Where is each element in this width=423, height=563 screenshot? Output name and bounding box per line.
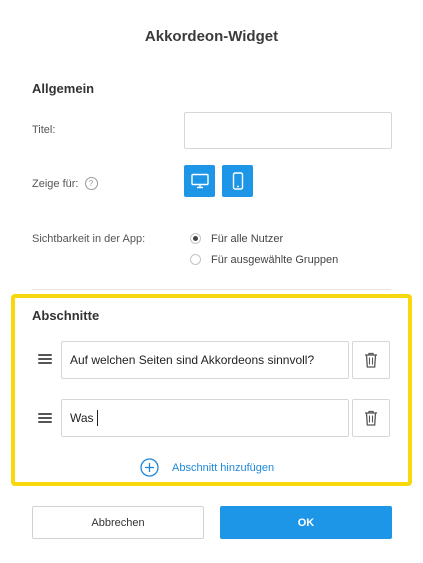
radio-all-users-label[interactable]: Für alle Nutzer (211, 233, 283, 245)
radio-selected-groups[interactable] (190, 254, 201, 265)
visibility-label: Sichtbarkeit in der App: (32, 233, 146, 245)
show-for-label-text: Zeige für: (32, 178, 79, 190)
drag-handle-icon[interactable] (38, 413, 52, 423)
text-caret (96, 410, 98, 426)
device-mobile-button[interactable] (222, 165, 253, 197)
cancel-button[interactable]: Abbrechen (32, 506, 204, 539)
general-heading: Allgemein (32, 81, 95, 96)
delete-section-1-button[interactable] (352, 341, 390, 379)
section-input-1[interactable]: Auf welchen Seiten sind Akkordeons sinnv… (61, 341, 349, 379)
help-icon[interactable]: ? (84, 176, 98, 190)
drag-handle-icon[interactable] (38, 354, 52, 364)
delete-section-2-button[interactable] (352, 399, 390, 437)
plus-circle-icon (140, 458, 159, 477)
accordion-widget-dialog: Akkordeon-Widget Allgemein Titel: Zeige … (0, 0, 423, 563)
device-desktop-button[interactable] (184, 165, 215, 197)
radio-all-users[interactable] (190, 233, 201, 244)
ok-button[interactable]: OK (220, 506, 392, 539)
section-input-1-text: Auf welchen Seiten sind Akkordeons sinnv… (70, 353, 315, 367)
trash-icon (365, 410, 377, 426)
trash-icon (365, 352, 377, 368)
divider (32, 289, 391, 290)
radio-selected-groups-label[interactable]: Für ausgewählte Gruppen (211, 254, 338, 266)
sections-heading: Abschnitte (32, 308, 100, 323)
section-input-2[interactable]: Was (61, 399, 349, 437)
section-input-2-text: Was (70, 411, 94, 425)
add-section-button[interactable]: Abschnitt hinzufügen (140, 458, 274, 477)
dialog-title: Akkordeon-Widget (144, 28, 279, 45)
title-label: Titel: (32, 124, 56, 136)
title-input[interactable] (184, 112, 392, 149)
phone-icon (232, 172, 243, 190)
add-section-label: Abschnitt hinzufügen (172, 461, 275, 474)
monitor-icon (190, 173, 209, 189)
show-for-label: Zeige für: ? (32, 176, 98, 190)
